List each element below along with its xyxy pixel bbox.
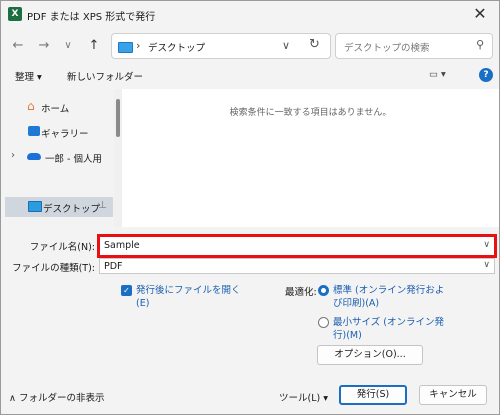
- sidebar-item-label: デスクトップ: [43, 204, 101, 215]
- title-bar: X PDF または XPS 形式で発行 ✕: [1, 1, 499, 29]
- sidebar-item-desktop[interactable]: デスクトップ ⊥: [5, 197, 113, 217]
- gallery-icon: [28, 126, 40, 136]
- navigation-pane: ⌂ ホーム ギャラリー › 一郎 - 個人用 デスクトップ ⊥: [1, 89, 119, 227]
- optimize-standard-radio[interactable]: [318, 285, 329, 296]
- close-button[interactable]: ✕: [471, 4, 489, 24]
- optimize-minimum-label[interactable]: 最小サイズ (オンライン発 行)(M): [333, 316, 444, 342]
- navigation-bar: ← → ∨ ↑ › デスクトップ ∨ ↻ デスクトップの検索 ⚲: [1, 29, 499, 63]
- filetype-dropdown-chevron-icon: ∨: [483, 260, 490, 270]
- address-bar[interactable]: › デスクトップ ∨ ↻: [111, 33, 331, 59]
- address-dropdown-chevron-icon[interactable]: ∨: [282, 39, 290, 52]
- navigation-pane-scrollbar[interactable]: [114, 89, 122, 227]
- dropdown-arrow-icon: ▾: [320, 393, 329, 404]
- label-line: 行)(M): [333, 330, 362, 341]
- home-icon: ⌂: [27, 99, 35, 113]
- sidebar-item-label: 一郎 - 個人用: [45, 154, 102, 165]
- hide-folders-toggle[interactable]: ∧ フォルダーの非表示: [9, 390, 105, 404]
- excel-icon: X: [8, 7, 22, 21]
- chevron-up-icon: ∧: [9, 393, 19, 404]
- onedrive-cloud-icon: [27, 153, 41, 160]
- open-after-publish-checkbox[interactable]: ✓: [121, 285, 132, 296]
- open-after-publish-label[interactable]: 発行後にファイルを開く (E): [136, 284, 241, 310]
- sidebar-item-label: ギャラリー: [41, 129, 89, 140]
- recent-locations-chevron-icon[interactable]: ∨: [59, 37, 77, 55]
- new-folder-button[interactable]: 新しいフォルダー: [67, 69, 143, 83]
- publish-dialog: X PDF または XPS 形式で発行 ✕ ← → ∨ ↑ › デスクトップ ∨…: [0, 0, 500, 415]
- empty-results-message: 検索条件に一致する項目はありません。: [229, 108, 392, 118]
- sidebar-item-label: ホーム: [41, 104, 70, 115]
- up-arrow-icon[interactable]: ↑: [85, 37, 103, 55]
- label-line: び印刷)(A): [333, 298, 380, 309]
- search-box[interactable]: デスクトップの検索 ⚲: [335, 33, 493, 59]
- file-list[interactable]: 検索条件に一致する項目はありません。: [122, 89, 499, 227]
- search-icon: ⚲: [475, 38, 484, 51]
- tools-label: ツール(L): [279, 393, 321, 404]
- filename-label: ファイル名(N):: [29, 242, 95, 253]
- publish-button[interactable]: 発行(S): [339, 385, 407, 405]
- filetype-label: ファイルの種類(T):: [12, 263, 95, 274]
- highlight-annotation: [97, 234, 497, 258]
- sidebar-item-home[interactable]: ⌂ ホーム: [1, 97, 113, 117]
- help-icon[interactable]: ?: [479, 68, 493, 82]
- optimize-minimum-radio[interactable]: [318, 317, 329, 328]
- search-placeholder: デスクトップの検索: [344, 43, 430, 54]
- sidebar-item-onedrive[interactable]: › 一郎 - 個人用: [1, 147, 113, 167]
- optimize-standard-label[interactable]: 標準 (オンライン発行およ び印刷)(A): [333, 284, 444, 310]
- options-button[interactable]: オプション(O)...: [317, 345, 423, 365]
- pin-icon[interactable]: ⊥: [98, 200, 107, 211]
- back-arrow-icon[interactable]: ←: [9, 37, 27, 55]
- sidebar-item-gallery[interactable]: ギャラリー: [1, 122, 113, 142]
- label-line: 最小サイズ (オンライン発: [333, 317, 444, 328]
- expand-chevron-icon[interactable]: ›: [11, 150, 15, 161]
- filetype-value: PDF: [104, 261, 123, 272]
- cancel-button[interactable]: キャンセル: [419, 385, 487, 405]
- hide-folders-label: フォルダーの非表示: [18, 393, 105, 404]
- organize-menu-button[interactable]: 整理 ▾: [15, 69, 42, 83]
- breadcrumb-desktop[interactable]: デスクトップ: [148, 40, 205, 54]
- command-bar: 整理 ▾ 新しいフォルダー ▭ ▾ ?: [1, 63, 499, 90]
- desktop-folder-icon: [118, 42, 133, 53]
- view-options-icon[interactable]: ▭ ▾: [429, 69, 446, 80]
- scrollbar-thumb[interactable]: [116, 99, 120, 137]
- label-line: (E): [136, 298, 150, 309]
- breadcrumb-separator-icon: ›: [136, 39, 141, 52]
- label-line: 発行後にファイルを開く: [136, 285, 241, 296]
- save-options-panel: ファイル名(N): Sample ∨ ファイルの種類(T): PDF ∨ ✓ 発…: [1, 227, 499, 414]
- desktop-folder-icon: [28, 201, 42, 212]
- forward-arrow-icon[interactable]: →: [35, 37, 53, 55]
- filetype-select[interactable]: PDF ∨: [99, 258, 495, 274]
- optimize-label: 最適化:: [285, 287, 317, 298]
- label-line: 標準 (オンライン発行およ: [333, 285, 445, 296]
- tools-menu-button[interactable]: ツール(L) ▾: [279, 390, 328, 404]
- dialog-title: PDF または XPS 形式で発行: [27, 12, 156, 23]
- refresh-icon[interactable]: ↻: [309, 37, 320, 52]
